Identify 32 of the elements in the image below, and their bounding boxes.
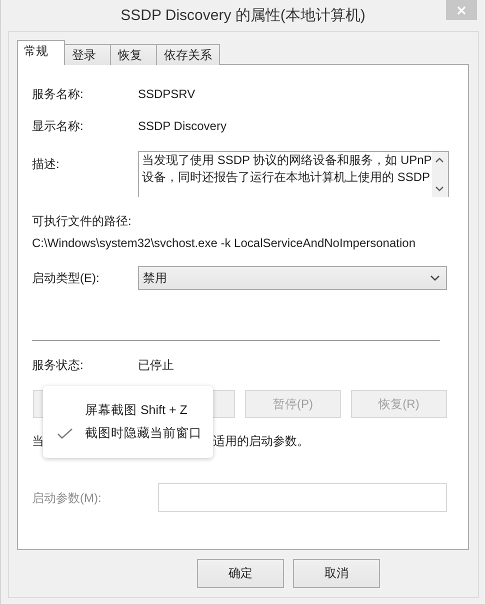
field-label: 服务名称:	[32, 86, 84, 102]
dialog-button[interactable]: 确定	[197, 559, 284, 588]
tab[interactable]: 依存关系	[156, 44, 220, 65]
menu-item[interactable]: 截图时隐藏当前窗口	[43, 426, 213, 442]
note-text: 适用的启动参数。	[213, 433, 309, 449]
field-value: SSDP Discovery	[138, 118, 228, 134]
window-title: SSDP Discovery 的属性(本地计算机)	[120, 6, 366, 26]
description-box[interactable]: 当发现了使用 SSDP 协议的网络设备和服务，如 UPnP 设备，同时还报告了运行在本地计算机上使用的 SSDP	[138, 151, 449, 197]
field-label: 启动类型(E):	[32, 270, 100, 286]
scroll-up-icon[interactable]	[435, 157, 444, 163]
field-label: 可执行文件的路径:	[32, 213, 132, 229]
field-label: 启动参数(M):	[32, 490, 102, 506]
tab[interactable]: 登录	[64, 44, 111, 65]
status-value: 已停止	[138, 357, 175, 373]
startup-type-dropdown[interactable]: 禁用	[138, 266, 447, 290]
close-icon	[457, 6, 466, 14]
scroll-down-icon[interactable]	[435, 186, 444, 192]
dialog-button[interactable]: 取消	[293, 559, 380, 588]
field-label: 描述:	[32, 156, 60, 172]
description-line: 当发现了使用 SSDP 协议的网络设备和服务，如 UPnP	[142, 152, 432, 169]
field-label: 显示名称:	[32, 118, 84, 134]
path-text: C:\Windows\system32\svchost.exe -k LocalServiceAndNoImpersonation	[32, 235, 416, 251]
field-label: 服务状态:	[32, 357, 84, 373]
description-line: 设备，同时还报告了运行在本地计算机上使用的 SSDP	[142, 169, 432, 186]
field-value: SSDPSRV	[138, 86, 196, 102]
chevron-down-icon	[430, 275, 440, 281]
menu-item[interactable]: 屏幕截图 Shift + Z	[43, 402, 213, 418]
scrollbar[interactable]	[432, 152, 448, 197]
tab[interactable]: 常规	[17, 40, 65, 65]
tab[interactable]: 恢复	[110, 44, 157, 65]
note-text: 当	[32, 433, 44, 449]
check-icon	[57, 428, 73, 440]
